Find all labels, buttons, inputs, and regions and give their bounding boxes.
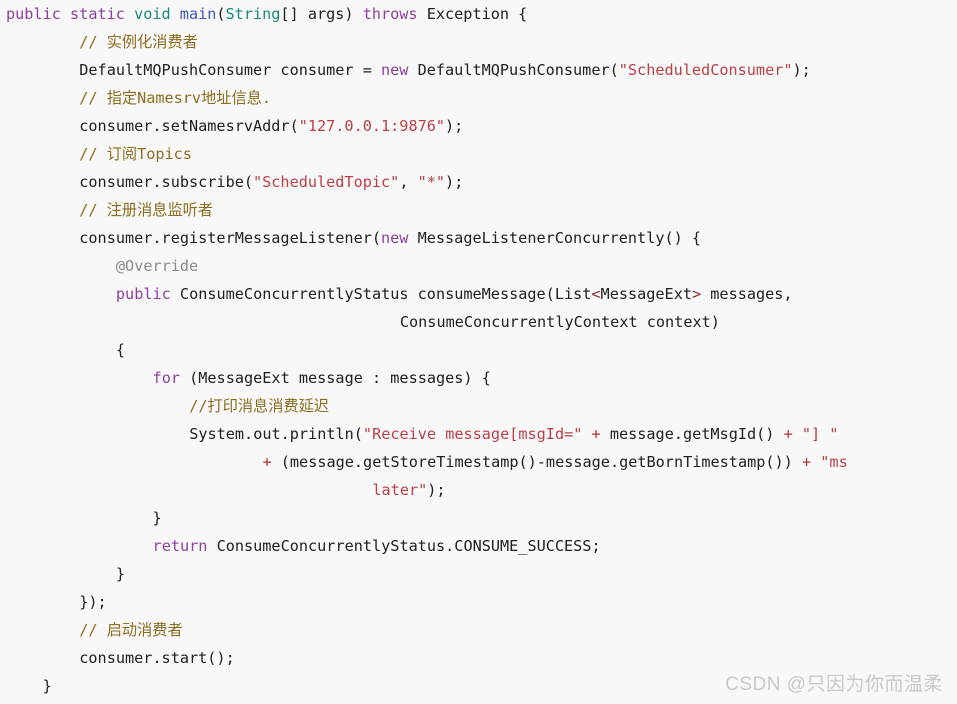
code-token-plain: DefaultMQPushConsumer consumer =: [79, 61, 382, 79]
code-token-plain: }: [115, 565, 126, 583]
code-token-plain: [] args): [280, 5, 363, 23]
code-token-cmt: //打印消息消费延迟: [189, 397, 329, 415]
code-token-plain: consumer.start();: [79, 649, 235, 667]
code-token-plain: ConsumeConcurrentlyStatus consumeMessage…: [170, 285, 592, 303]
code-line: }: [0, 560, 957, 588]
code-snippet-surface: public static void main(String[] args) t…: [0, 0, 957, 704]
code-token-gen: <: [591, 285, 601, 303]
code-token-str: "127.0.0.1:9876": [298, 117, 446, 135]
code-token-plain: }: [152, 509, 162, 527]
code-token-cmt: // 指定Namesrv地址信息.: [79, 89, 271, 107]
code-token-plain: ,: [399, 173, 418, 191]
code-token-plain: message.getMsgId(): [600, 425, 784, 443]
code-token-plain: DefaultMQPushConsumer(: [408, 61, 619, 79]
code-line: consumer.setNamesrvAddr("127.0.0.1:9876"…: [0, 112, 957, 140]
code-token-kw: public: [6, 5, 61, 23]
code-token-op: +: [783, 425, 793, 443]
code-line: DefaultMQPushConsumer consumer = new Def…: [0, 56, 957, 84]
code-line: ConsumeConcurrentlyContext context): [0, 308, 957, 336]
code-token-plain: }: [42, 677, 52, 695]
code-token-plain: messages,: [701, 285, 793, 303]
code-line: //打印消息消费延迟: [0, 392, 957, 420]
code-token-op: +: [801, 453, 812, 471]
code-line: public ConsumeConcurrentlyStatus consume…: [0, 280, 957, 308]
code-token-str: "] ": [801, 425, 839, 443]
code-line: System.out.println("Receive message[msgI…: [0, 420, 957, 448]
code-token-op: +: [591, 425, 601, 443]
code-token-op: +: [262, 453, 272, 471]
code-token-kw: new: [381, 229, 409, 247]
code-token-kw: static: [70, 5, 125, 23]
code-token-cmt: // 实例化消费者: [79, 33, 198, 51]
code-token-plain: MessageListenerConcurrently() {: [408, 229, 702, 247]
code-token-kw: throws: [362, 5, 418, 23]
code-token-plain: MessageExt: [600, 285, 692, 303]
code-token-gen: >: [691, 285, 702, 303]
code-token-plain: (message.getStoreTimestamp()-message.get…: [271, 453, 802, 471]
code-token-type: void: [134, 5, 171, 23]
code-token-plain: {: [115, 341, 126, 359]
code-line: // 注册消息监听者: [0, 196, 957, 224]
code-block[interactable]: public static void main(String[] args) t…: [0, 0, 957, 700]
code-token-plain: consumer.setNamesrvAddr(: [79, 117, 299, 135]
code-token-str: "Receive message[msgId=": [362, 425, 583, 443]
code-line: later");: [0, 476, 957, 504]
code-line: public static void main(String[] args) t…: [0, 0, 957, 28]
code-token-str: later": [372, 481, 428, 499]
code-token-plain: );: [445, 117, 464, 135]
code-token-type: String: [225, 5, 281, 23]
code-token-kw: return: [152, 537, 208, 555]
code-line: return ConsumeConcurrentlyStatus.CONSUME…: [0, 532, 957, 560]
csdn-watermark: CSDN @只因为你而温柔: [725, 674, 943, 695]
code-token-str: "ScheduledTopic": [253, 173, 400, 191]
code-token-kw: for: [152, 369, 180, 387]
code-token-plain: );: [792, 61, 811, 79]
code-token-plain: consumer.registerMessageListener(: [79, 229, 382, 247]
code-line: {: [0, 336, 957, 364]
code-line: }: [0, 504, 957, 532]
code-line: });: [0, 588, 957, 616]
code-line: + (message.getStoreTimestamp()-message.g…: [0, 448, 957, 476]
code-line: // 指定Namesrv地址信息.: [0, 84, 957, 112]
code-line: // 启动消费者: [0, 616, 957, 644]
code-line: consumer.registerMessageListener(new Mes…: [0, 224, 957, 252]
code-token-cmt: // 订阅Topics: [79, 145, 192, 163]
code-token-kw: public: [115, 285, 171, 303]
code-token-plain: );: [445, 173, 464, 191]
code-token-plain: (MessageExt message : messages) {: [179, 369, 491, 387]
code-token-str: "ScheduledConsumer": [618, 61, 793, 79]
code-token-str: "*": [417, 173, 446, 191]
code-token-str: "ms: [820, 453, 848, 471]
code-line: consumer.start();: [0, 644, 957, 672]
code-token-cmt: // 启动消费者: [79, 621, 183, 639]
code-token-plain: System.out.println(: [189, 425, 363, 443]
code-token-fn: main: [179, 5, 217, 23]
code-line: @Override: [0, 252, 957, 280]
code-token-plain: ConsumeConcurrentlyStatus.CONSUME_SUCCES…: [207, 537, 601, 555]
code-line: for (MessageExt message : messages) {: [0, 364, 957, 392]
code-token-plain: Exception {: [417, 5, 528, 23]
code-line: // 实例化消费者: [0, 28, 957, 56]
code-token-ann: @Override: [115, 257, 199, 275]
code-token-plain: ConsumeConcurrentlyContext context): [399, 313, 720, 331]
code-token-plain: consumer.subscribe(: [79, 173, 253, 191]
code-line: consumer.subscribe("ScheduledTopic", "*"…: [0, 168, 957, 196]
code-token-cmt: // 注册消息监听者: [79, 201, 214, 219]
code-token-plain: (: [216, 5, 226, 23]
code-token-kw: new: [381, 61, 409, 79]
code-token-plain: );: [427, 481, 446, 499]
code-line: // 订阅Topics: [0, 140, 957, 168]
code-token-plain: });: [79, 593, 107, 611]
